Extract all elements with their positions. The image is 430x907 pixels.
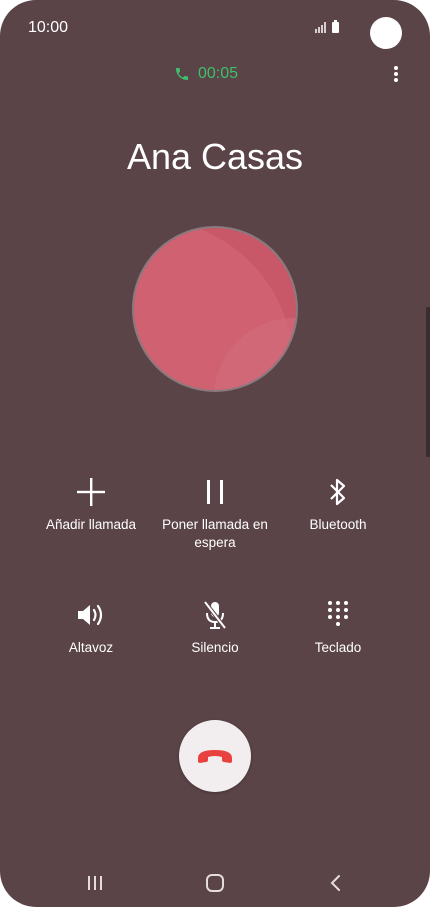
home-button[interactable] — [203, 872, 227, 894]
status-time: 10:00 — [28, 19, 69, 36]
pause-icon — [207, 480, 223, 504]
call-duration: 00:05 — [198, 65, 239, 82]
recents-icon — [88, 876, 102, 890]
side-button — [426, 307, 430, 457]
mute-label: Silencio — [191, 640, 239, 655]
phone-screen: 10:00 00:05 Ana Casas Añadir llamada Pon… — [0, 0, 430, 907]
home-icon — [206, 874, 224, 892]
call-timer: 00:05 — [174, 64, 238, 84]
add-call-label: Añadir llamada — [45, 517, 137, 532]
bluetooth-icon — [330, 478, 346, 506]
bluetooth-label: Bluetooth — [309, 517, 367, 532]
speaker-button[interactable]: Altavoz — [21, 597, 161, 657]
contact-avatar — [132, 226, 298, 392]
phone-icon — [176, 68, 188, 80]
plus-icon — [77, 478, 105, 506]
speaker-label: Altavoz — [68, 640, 114, 655]
status-bar: 10:00 — [0, 0, 430, 56]
keypad-button[interactable]: Teclado — [268, 597, 408, 657]
keypad-label: Teclado — [314, 640, 362, 655]
caller-name: Ana Casas — [126, 136, 304, 177]
recents-button[interactable] — [83, 872, 107, 894]
camera-cutout — [370, 17, 402, 49]
add-call-button[interactable]: Añadir llamada — [21, 474, 161, 534]
speaker-icon — [78, 604, 103, 626]
bluetooth-button[interactable]: Bluetooth — [268, 474, 408, 534]
keypad-icon — [328, 601, 348, 626]
mute-button[interactable]: Silencio — [145, 597, 285, 657]
more-options-icon[interactable] — [388, 64, 404, 84]
hold-call-button[interactable]: Poner llamada en espera — [145, 474, 285, 552]
back-icon — [330, 875, 340, 891]
signal-battery-icon — [315, 20, 339, 33]
navigation-bar — [0, 864, 430, 900]
hang-up-icon — [198, 750, 232, 763]
hold-call-label: Poner llamada en espera — [162, 517, 268, 550]
mic-off-icon — [203, 600, 227, 630]
back-button[interactable] — [324, 872, 348, 894]
end-call-button[interactable] — [179, 720, 251, 792]
